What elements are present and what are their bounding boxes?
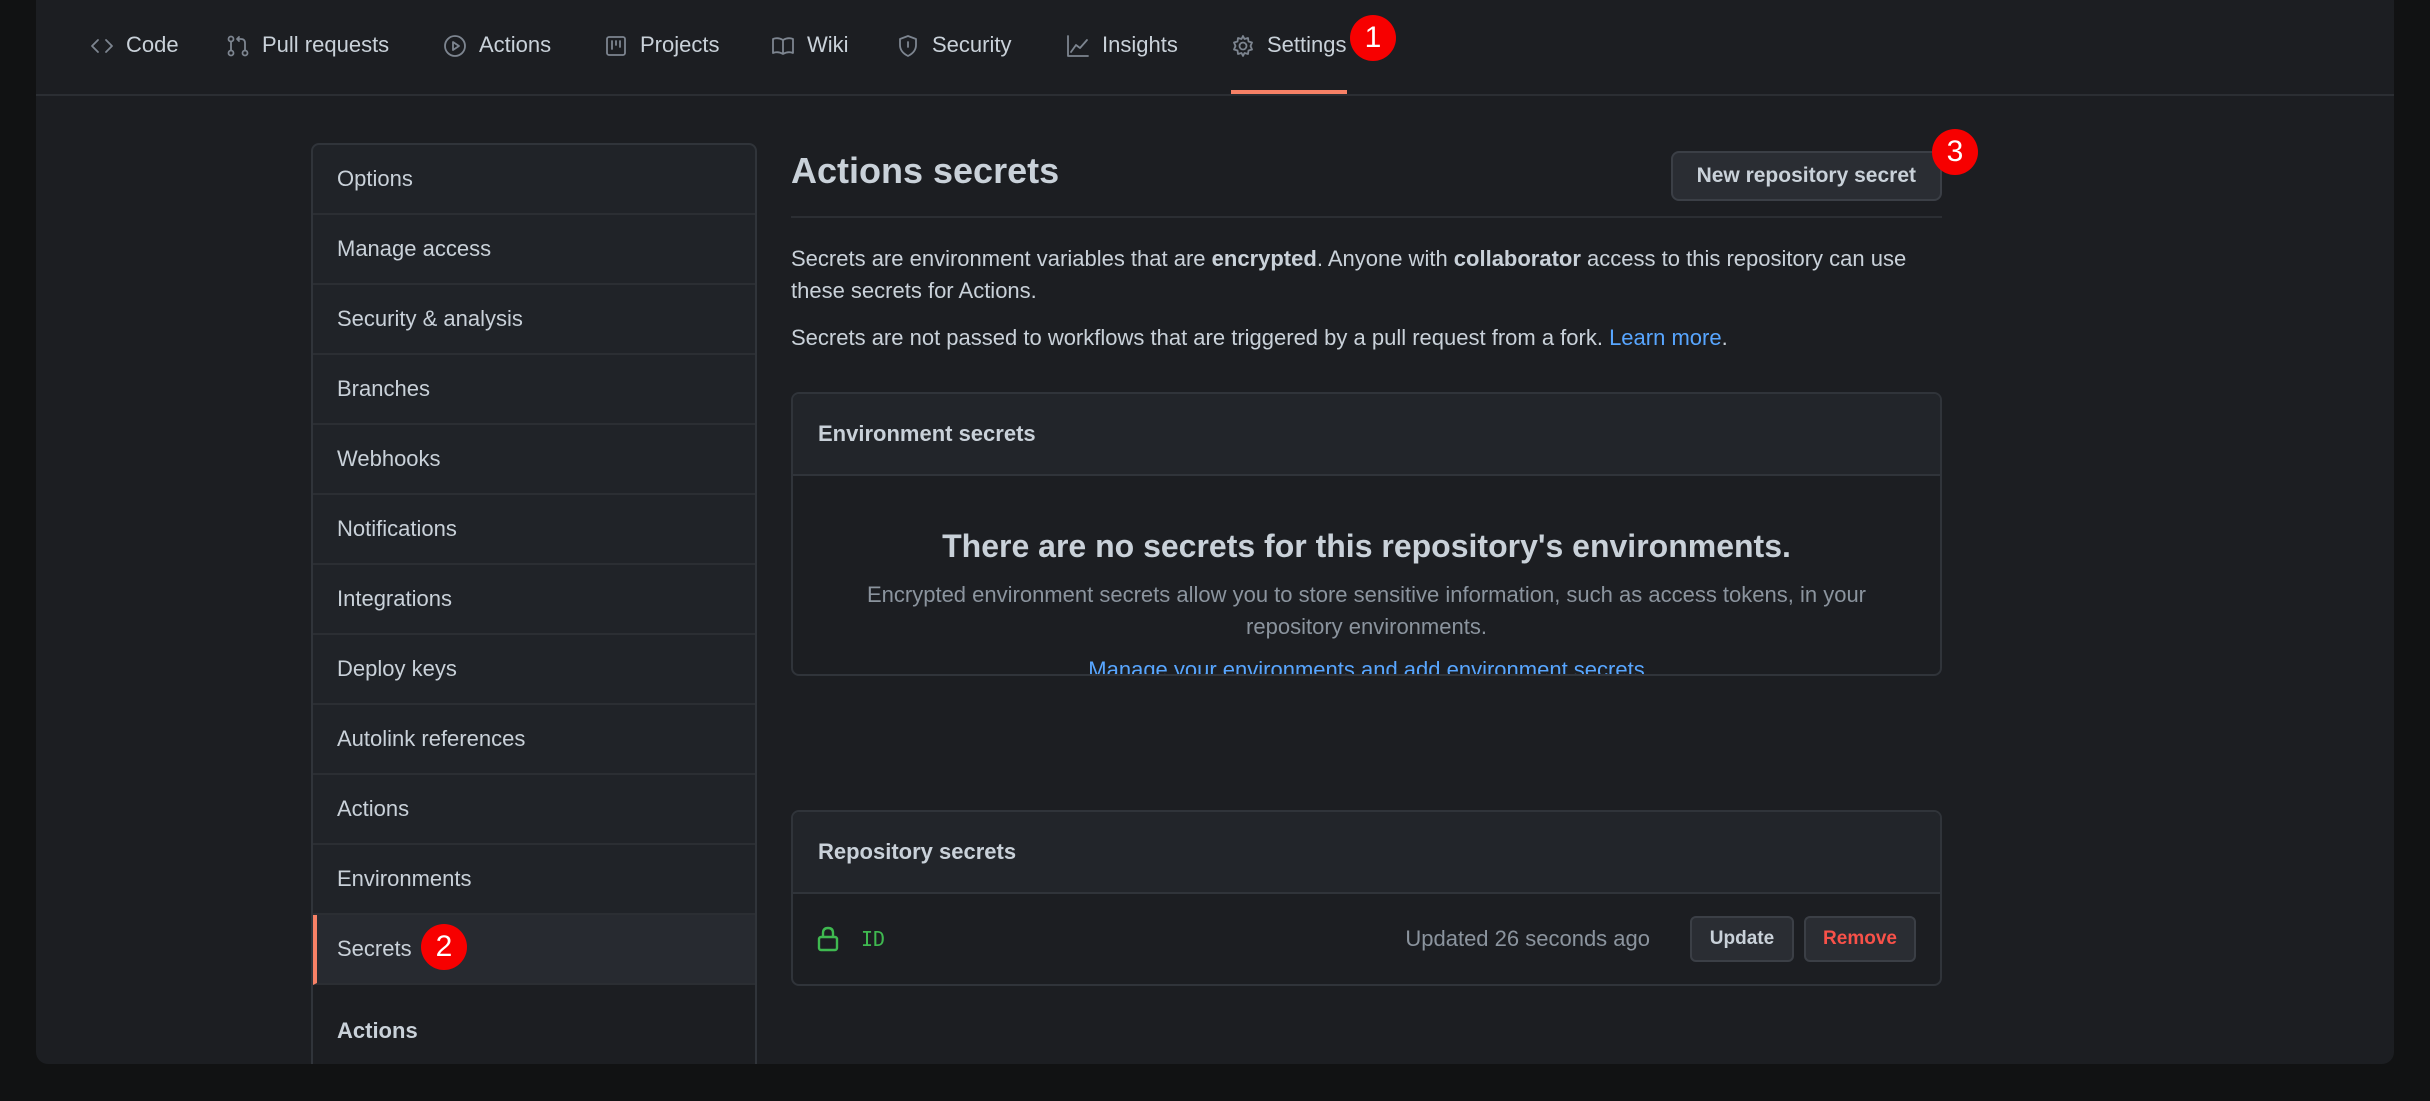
title-divider xyxy=(791,216,1942,218)
fork-notice-text: Secrets are not passed to workflows that… xyxy=(791,325,1610,350)
sidebar-section-heading-actions: Actions xyxy=(313,985,755,1064)
pull-request-icon xyxy=(227,35,249,57)
tab-code[interactable]: Code xyxy=(90,32,179,86)
sidebar-item-label: Actions xyxy=(337,796,410,821)
secrets-description: Secrets are environment variables that a… xyxy=(791,243,1942,307)
tab-security[interactable]: Security xyxy=(896,32,1011,86)
annotation-badge-1: 1 xyxy=(1350,15,1396,61)
sidebar-item-label: Notifications xyxy=(337,516,457,541)
project-icon xyxy=(606,36,626,56)
sidebar-item-label: Security & analysis xyxy=(337,306,523,331)
desc-text: . Anyone with xyxy=(1316,246,1454,271)
sidebar-item-label: Secrets xyxy=(337,936,412,961)
code-icon xyxy=(91,39,113,53)
secret-row: ID Updated 26 seconds ago Update Remove xyxy=(793,894,1940,984)
desc-collaborator: collaborator xyxy=(1453,246,1581,271)
tab-settings-label: Settings xyxy=(1267,32,1347,57)
repository-secrets-header: Repository secrets xyxy=(793,812,1940,894)
sidebar-item-label: Webhooks xyxy=(337,446,441,471)
sidebar-heading-label: Actions xyxy=(337,1018,418,1043)
tab-wiki-label: Wiki xyxy=(807,32,849,57)
gear-icon xyxy=(1233,35,1253,57)
page-title: Actions secrets xyxy=(791,150,1060,191)
repo-nav: Code Pull requests Actions Projects Wiki… xyxy=(36,0,2394,96)
desc-text: Secrets are environment variables that a… xyxy=(791,246,1212,271)
blankslate-description: Encrypted environment secrets allow you … xyxy=(866,582,1867,639)
secret-name: ID xyxy=(861,927,886,951)
tab-code-label: Code xyxy=(126,32,179,57)
sidebar-item-integrations[interactable]: Integrations xyxy=(313,565,755,635)
environment-secrets-header: Environment secrets xyxy=(793,394,1940,476)
sidebar-item-label: Autolink references xyxy=(337,726,526,751)
tab-actions-label: Actions xyxy=(479,32,552,57)
desc-encrypted: encrypted xyxy=(1211,246,1317,271)
tab-actions[interactable]: Actions xyxy=(443,32,551,86)
lock-icon xyxy=(817,926,839,952)
tab-projects[interactable]: Projects xyxy=(604,32,719,86)
sidebar-item-environments[interactable]: Environments xyxy=(313,845,755,915)
sidebar-item-label: Manage access xyxy=(337,236,492,261)
tab-projects-label: Projects xyxy=(640,32,720,57)
sidebar-item-security-analysis[interactable]: Security & analysis xyxy=(313,285,755,355)
shield-icon xyxy=(899,35,917,57)
sidebar-item-branches[interactable]: Branches xyxy=(313,355,755,425)
annotation-badge-3: 3 xyxy=(1932,129,1978,175)
sidebar-item-label: Integrations xyxy=(337,586,452,611)
sidebar-item-notifications[interactable]: Notifications xyxy=(313,495,755,565)
tab-pull-requests-label: Pull requests xyxy=(262,32,390,57)
fork-notice-period: . xyxy=(1721,325,1728,350)
sidebar-item-deploy-keys[interactable]: Deploy keys xyxy=(313,635,755,705)
secret-updated-time: Updated 26 seconds ago xyxy=(1405,926,1650,951)
fork-notice: Secrets are not passed to workflows that… xyxy=(791,322,1942,354)
tab-insights[interactable]: Insights xyxy=(1066,32,1178,86)
sidebar-item-label: Environments xyxy=(337,866,472,891)
update-secret-button[interactable]: Update xyxy=(1690,916,1794,962)
tab-pull-requests[interactable]: Pull requests xyxy=(226,32,389,86)
sidebar-item-label: Branches xyxy=(337,376,430,401)
book-icon xyxy=(772,37,794,55)
learn-more-link[interactable]: Learn more xyxy=(1609,325,1722,350)
sidebar-item-label: Options xyxy=(337,166,413,191)
sidebar-item-autolink-references[interactable]: Autolink references xyxy=(313,705,755,775)
sidebar-item-label: Deploy keys xyxy=(337,656,457,681)
graph-icon xyxy=(1067,35,1089,57)
app-window: Code Pull requests Actions Projects Wiki… xyxy=(36,0,2394,1064)
settings-sidebar: Options Manage access Security & analysi… xyxy=(311,143,757,1064)
new-repository-secret-button[interactable]: New repository secret xyxy=(1670,151,1942,201)
sidebar-item-actions[interactable]: Actions xyxy=(313,775,755,845)
remove-secret-button[interactable]: Remove xyxy=(1804,916,1916,962)
sidebar-item-manage-access[interactable]: Manage access xyxy=(313,215,755,285)
play-icon xyxy=(444,35,466,57)
tab-wiki[interactable]: Wiki xyxy=(771,32,849,86)
tab-insights-label: Insights xyxy=(1102,32,1178,57)
sidebar-item-webhooks[interactable]: Webhooks xyxy=(313,425,755,495)
environment-secrets-box: Environment secrets There are no secrets… xyxy=(791,392,1942,676)
sidebar-item-secrets[interactable]: Secrets xyxy=(313,915,755,985)
repository-secrets-box: Repository secrets ID Updated 26 seconds… xyxy=(791,810,1942,986)
tab-security-label: Security xyxy=(932,32,1012,57)
sidebar-item-options[interactable]: Options xyxy=(313,145,755,215)
annotation-badge-2: 2 xyxy=(421,924,467,970)
blankslate-title: There are no secrets for this repository… xyxy=(942,528,1791,564)
tab-settings[interactable]: Settings xyxy=(1231,32,1347,94)
manage-environments-link[interactable]: Manage your environments and add environ… xyxy=(793,657,1940,674)
